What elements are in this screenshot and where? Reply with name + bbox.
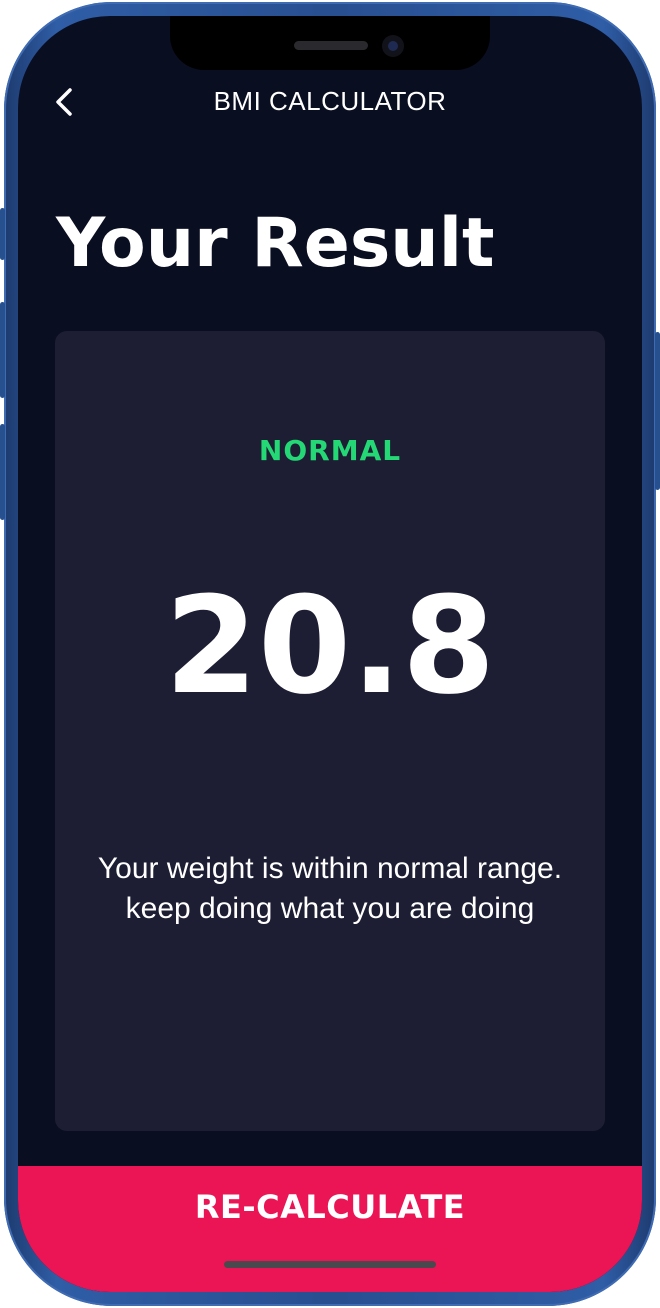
recalculate-button[interactable]: RE-CALCULATE [18, 1166, 642, 1292]
front-camera [382, 35, 404, 57]
result-card: NORMAL 20.8 Your weight is within normal… [55, 331, 605, 1131]
bmi-status-label: NORMAL [258, 434, 402, 467]
speaker-grille [294, 41, 368, 50]
home-indicator [224, 1261, 436, 1268]
notch [170, 16, 490, 70]
power-button [655, 332, 660, 490]
volume-down-button [0, 424, 5, 520]
app-screen: BMI CALCULATOR Your Result NORMAL 20.8 Y… [18, 16, 642, 1292]
result-message-line-2: keep doing what you are doing [125, 892, 535, 925]
app-bar: BMI CALCULATOR [18, 78, 642, 126]
page-title: Your Result [56, 204, 495, 283]
app-title: BMI CALCULATOR [213, 86, 447, 116]
volume-up-button [0, 302, 5, 398]
result-message: Your weight is within normal range. keep… [55, 849, 605, 929]
mute-switch [0, 208, 5, 260]
result-message-line-1: Your weight is within normal range. [97, 852, 563, 885]
recalculate-button-label: RE-CALCULATE [194, 1188, 466, 1226]
bmi-value: 20.8 [164, 568, 496, 724]
